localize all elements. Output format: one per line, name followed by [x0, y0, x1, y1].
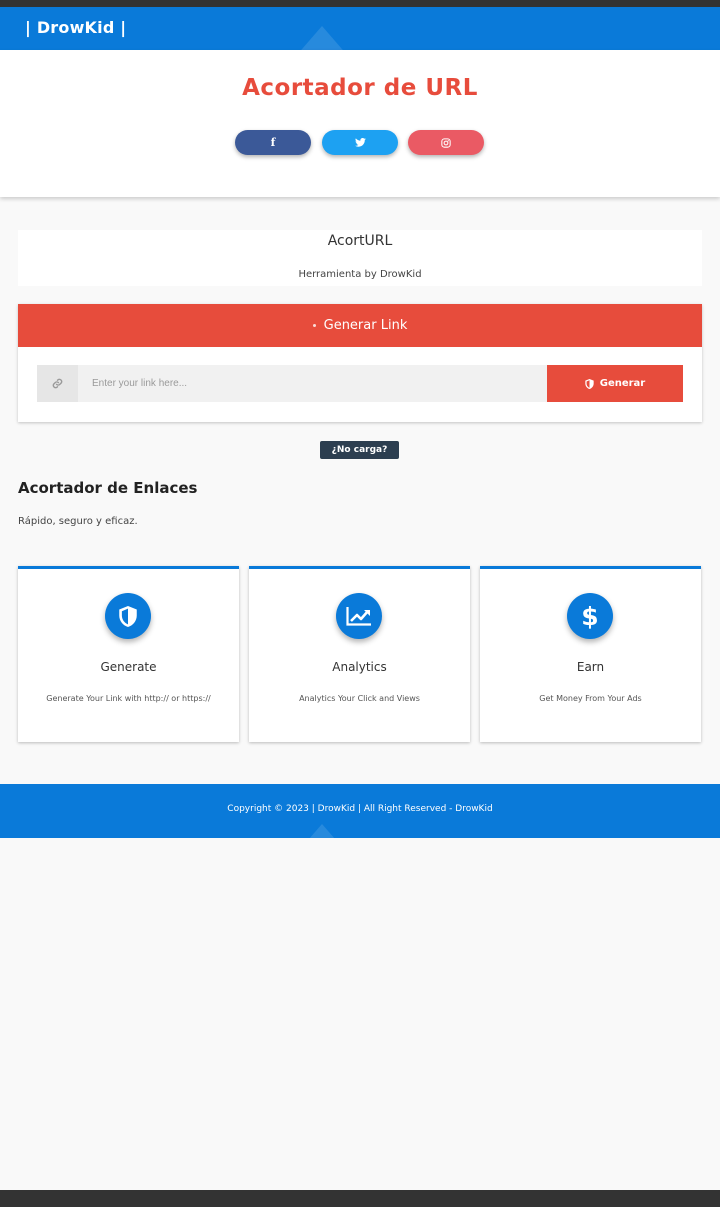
feature-card-generate: Generate Generate Your Link with http://…	[18, 566, 239, 742]
feature-title: Analytics	[332, 660, 387, 674]
generate-link-card: Generar Link Generar	[18, 304, 702, 422]
feature-title: Earn	[576, 660, 605, 674]
section-subtitle: Rápido, seguro y eficaz.	[18, 516, 138, 527]
bottom-strip	[0, 1190, 720, 1207]
facebook-button[interactable]: f	[235, 130, 311, 155]
shield-icon	[585, 378, 594, 389]
top-strip	[0, 0, 720, 7]
brand-logo[interactable]: | DrowKid |	[25, 18, 126, 37]
feature-description: Get Money From Your Ads	[539, 694, 642, 703]
facebook-icon: f	[270, 136, 276, 149]
generate-link-header: Generar Link	[18, 304, 702, 347]
feature-title: Generate	[100, 660, 157, 674]
page-header: Acortador de URL f	[0, 50, 720, 197]
generate-link-heading: Generar Link	[323, 318, 408, 333]
feature-icon-circle: $	[567, 593, 613, 639]
link-input[interactable]	[78, 365, 547, 402]
generate-button-label: Generar	[599, 378, 646, 389]
dot-icon	[312, 324, 316, 327]
generate-button[interactable]: Generar	[547, 365, 683, 402]
feature-icon-circle	[105, 593, 151, 639]
feature-description: Generate Your Link with http:// or https…	[46, 694, 211, 703]
link-addon	[37, 365, 78, 402]
no-carga-button[interactable]: ¿No carga?	[320, 441, 399, 459]
footer-copyright: Copyright © 2023 | DrowKid | All Right R…	[227, 804, 493, 814]
dollar-icon: $	[581, 601, 599, 631]
navbar: | DrowKid |	[0, 7, 720, 50]
section-title: Acortador de Enlaces	[18, 479, 198, 497]
decorative-triangle	[296, 26, 348, 50]
shield-icon	[119, 605, 137, 627]
feature-icon-circle	[336, 593, 382, 639]
instagram-button[interactable]	[408, 130, 484, 155]
twitter-icon	[354, 138, 366, 147]
tool-byline: Herramienta by DrowKid	[298, 269, 422, 280]
page-title: Acortador de URL	[242, 75, 478, 101]
feature-description: Analytics Your Click and Views	[299, 694, 420, 703]
twitter-button[interactable]	[322, 130, 398, 155]
instagram-icon	[441, 137, 451, 148]
link-icon	[52, 378, 63, 389]
tool-name: AcortURL	[327, 233, 393, 249]
feature-card-earn: $ Earn Get Money From Your Ads	[480, 566, 701, 742]
tool-info-box: AcortURL Herramienta by DrowKid	[18, 230, 702, 286]
feature-card-analytics: Analytics Analytics Your Click and Views	[249, 566, 470, 742]
decorative-triangle	[296, 824, 348, 838]
chart-line-icon	[346, 607, 371, 626]
footer: Copyright © 2023 | DrowKid | All Right R…	[0, 784, 720, 838]
